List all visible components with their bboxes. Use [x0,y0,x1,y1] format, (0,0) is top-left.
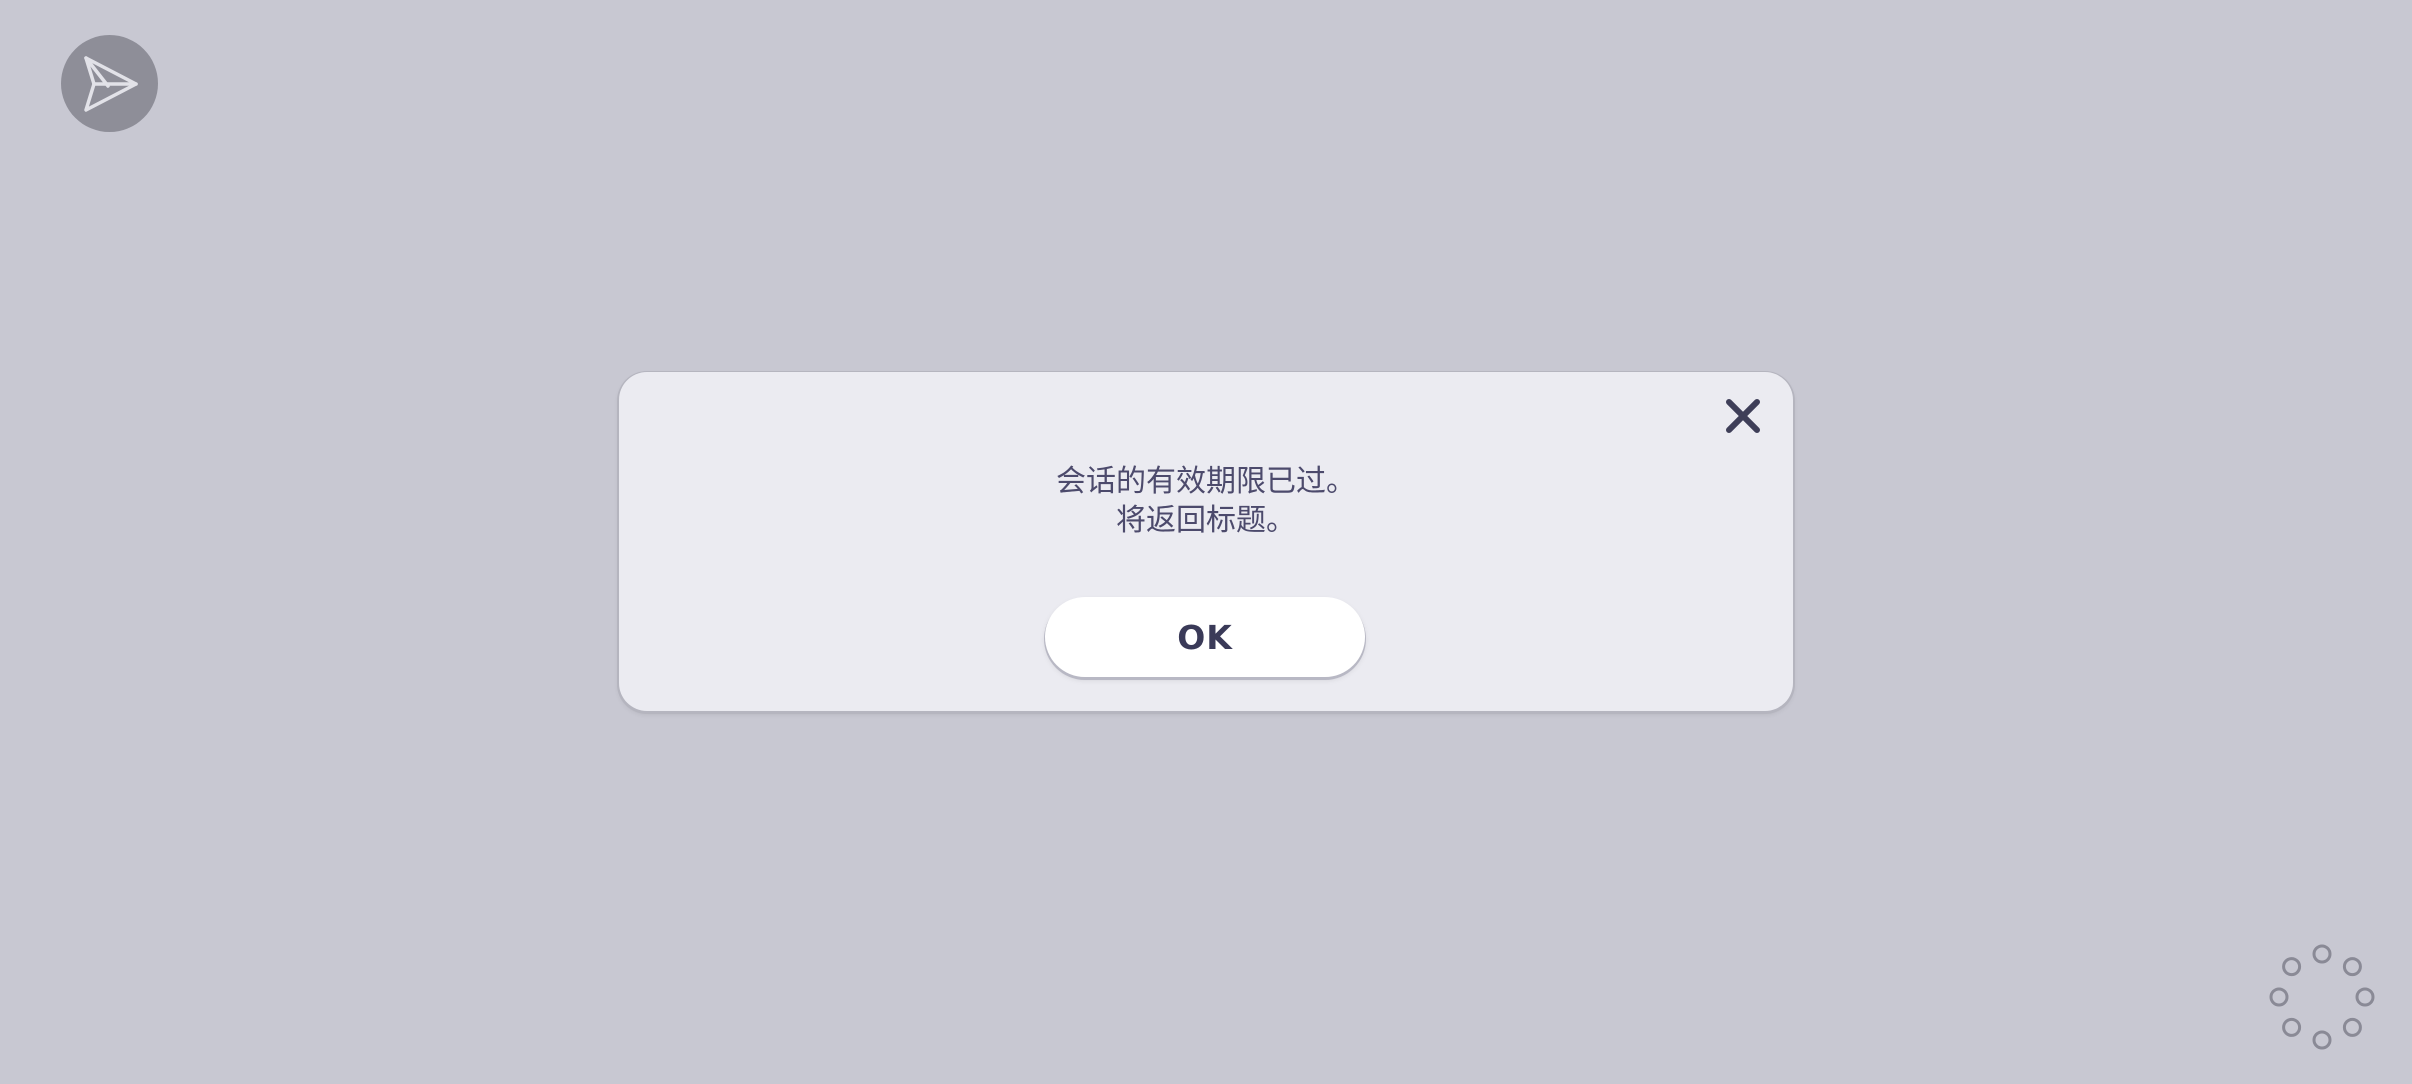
loading-spinner-icon [2269,944,2375,1050]
message-line-1: 会话的有效期限已过。 [1056,464,1356,499]
paper-plane-icon [83,55,138,112]
close-button[interactable] [1719,392,1767,440]
session-expired-dialog: 会话的有效期限已过。 将返回标题。 OK [619,372,1793,711]
share-button[interactable] [61,35,158,132]
ok-button[interactable]: OK [1045,597,1365,677]
close-icon [1726,399,1760,433]
dialog-message: 会话的有效期限已过。 将返回标题。 [619,462,1793,540]
message-line-2: 将返回标题。 [1116,503,1296,538]
